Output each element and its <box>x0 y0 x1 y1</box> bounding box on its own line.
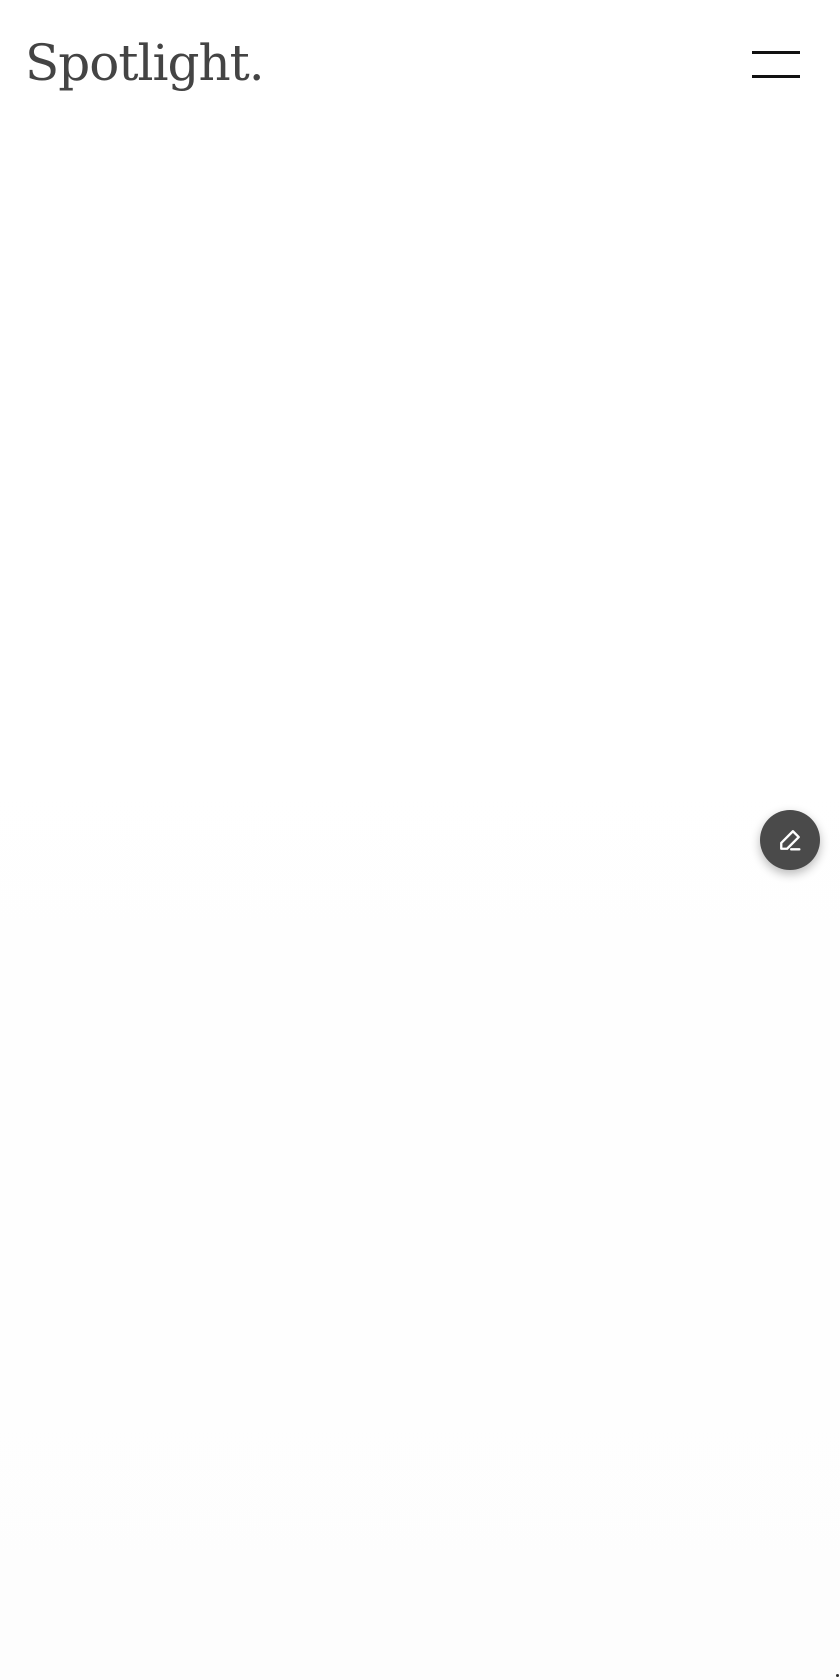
corner-dot <box>836 1674 839 1677</box>
page: Spotlight. <box>0 0 840 1680</box>
site-logo[interactable]: Spotlight. <box>25 30 265 96</box>
menu-button[interactable] <box>748 44 800 84</box>
site-header: Spotlight. <box>0 0 840 130</box>
edit-button[interactable] <box>760 810 820 870</box>
menu-line-bottom <box>752 75 800 78</box>
edit-pencil-icon <box>780 830 801 851</box>
menu-line-top <box>752 51 800 54</box>
